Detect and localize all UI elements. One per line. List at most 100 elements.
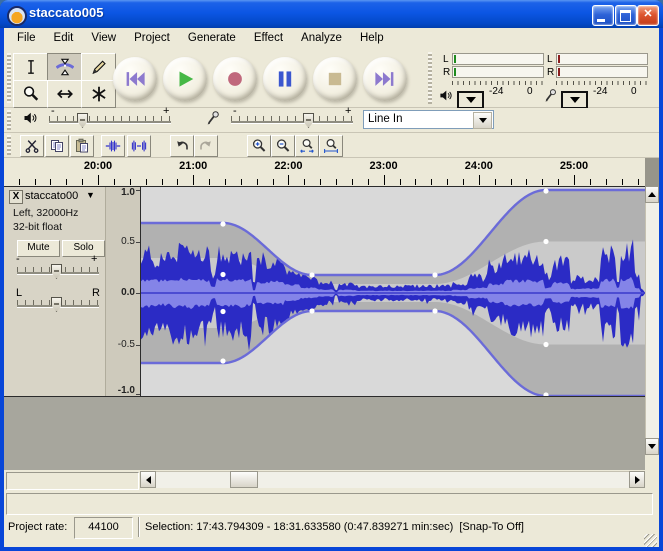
ruler-time-label: 24:00 [459,160,499,172]
track-close-button[interactable]: X [9,190,23,204]
vscroll-up-button[interactable] [645,186,659,203]
copy-button[interactable] [45,135,69,157]
menu-item-help[interactable]: Help [351,30,393,46]
dropdown-button[interactable] [473,112,492,129]
paste-button[interactable] [70,135,94,157]
envelope-tool[interactable] [47,53,82,81]
envelope-control-point[interactable] [220,221,225,226]
ruler-minor-tick [146,179,147,185]
envelope-control-point[interactable] [220,272,225,277]
output-meter-accent [454,68,456,76]
cut-button[interactable] [20,135,44,157]
menu-item-project[interactable]: Project [125,30,179,46]
tooltip-status-strip [6,493,653,515]
maximize-button[interactable] [615,5,637,26]
stop-button[interactable] [313,57,357,101]
envelope-control-point[interactable] [220,309,225,314]
ruler-minor-tick [463,179,464,185]
pan-slider-thumb[interactable] [51,297,62,312]
solo-button[interactable]: Solo [62,240,105,257]
menu-item-effect[interactable]: Effect [245,30,292,46]
ruler-minor-tick [162,179,163,185]
gain-slider-thumb[interactable] [51,264,62,279]
mixer-toolbar-grip[interactable] [7,110,11,130]
envelope-control-point[interactable] [220,358,225,363]
record-button[interactable] [213,57,257,101]
output-meter-channel-label: L [443,54,449,65]
envelope-control-point[interactable] [309,272,314,277]
selection-tool[interactable] [13,53,48,81]
menu-item-generate[interactable]: Generate [179,30,245,46]
menu-item-view[interactable]: View [82,30,125,46]
fit-selection-button[interactable] [295,135,319,157]
timeshift-tool[interactable] [47,80,82,108]
edit-toolbar-grip[interactable] [7,135,11,155]
track-menu-arrow-icon[interactable]: ▼ [86,190,95,200]
zoom-in-button[interactable] [247,135,271,157]
chevron-down-icon [570,97,580,108]
envelope-control-point[interactable] [543,239,548,244]
fit-project-button[interactable] [319,135,343,157]
output-meter-accent [454,55,456,63]
project-rate-label: Project rate: [8,521,67,533]
input-source-select[interactable]: Line In [363,110,494,129]
play-button[interactable] [163,57,207,101]
trim-button[interactable] [101,135,125,157]
hscroll-left-button[interactable] [140,471,156,488]
minimize-button[interactable] [592,5,614,26]
output-volume-slider-thumb[interactable] [77,113,88,128]
mixer-toolbar: -+-+ [4,108,659,133]
ruler-minor-tick [336,179,337,185]
mute-button[interactable]: Mute [17,240,60,257]
hscroll-right-button[interactable] [629,471,645,488]
vertical-ruler[interactable]: 1.00.50.0-0.5-1.0 [105,187,141,396]
envelope-control-point[interactable] [543,342,548,347]
redo-icon [198,138,214,154]
ruler-minor-tick [606,179,607,185]
envelope-control-point[interactable] [309,308,314,313]
ruler-minor-tick [19,179,20,185]
envelope-control-point[interactable] [432,272,437,277]
zoom-out-button[interactable] [271,135,295,157]
hscrollbar-thumb[interactable] [230,471,258,488]
ruler-minor-tick [82,179,83,185]
menu-item-file[interactable]: File [8,30,45,46]
envelope-control-point[interactable] [432,308,437,313]
skip-to-end-button[interactable] [363,57,407,101]
resize-grip[interactable] [644,534,657,547]
vscroll-down-button[interactable] [645,438,659,455]
menu-item-analyze[interactable]: Analyze [292,30,351,46]
project-rate-value[interactable]: 44100 [74,517,133,539]
waveform-display[interactable] [141,187,645,396]
input-meter-dropdown-button[interactable] [561,91,588,109]
multi-tool[interactable] [81,80,116,108]
undo-button[interactable] [170,135,194,157]
title-bar[interactable]: staccato005 ✕ [0,0,663,28]
vscrollbar-trough[interactable] [645,203,659,438]
silence-button[interactable] [127,135,151,157]
track-title[interactable]: staccato00 [25,190,78,202]
output-meter-dropdown-button[interactable] [457,91,484,109]
timeline-ruler[interactable]: 20:0021:0022:0023:0024:0025:00 [4,158,645,186]
ruler-time-label: 22:00 [268,160,308,172]
ruler-minor-tick [66,179,67,185]
close-button[interactable]: ✕ [637,5,659,26]
arrow-down-icon [648,444,656,453]
toolbar-grip[interactable] [7,53,11,103]
meter-toolbar-grip[interactable] [428,52,432,104]
ruler-corner [645,158,659,186]
hscrollbar-trough[interactable] [156,471,629,488]
ruler-minor-tick [35,179,36,185]
menu-item-edit[interactable]: Edit [45,30,83,46]
input-volume-slider-groove [231,121,353,123]
envelope-control-point[interactable] [543,188,548,193]
input-volume-slider-thumb[interactable] [303,113,314,128]
zoom-tool[interactable] [13,80,48,108]
pause-button[interactable] [263,57,307,101]
ruler-major-tick [98,175,99,185]
ruler-minor-tick [590,179,591,185]
skip-to-start-button[interactable] [113,57,157,101]
ruler-minor-tick [638,179,639,185]
draw-tool[interactable] [81,53,116,81]
waveform-svg[interactable] [141,187,645,396]
